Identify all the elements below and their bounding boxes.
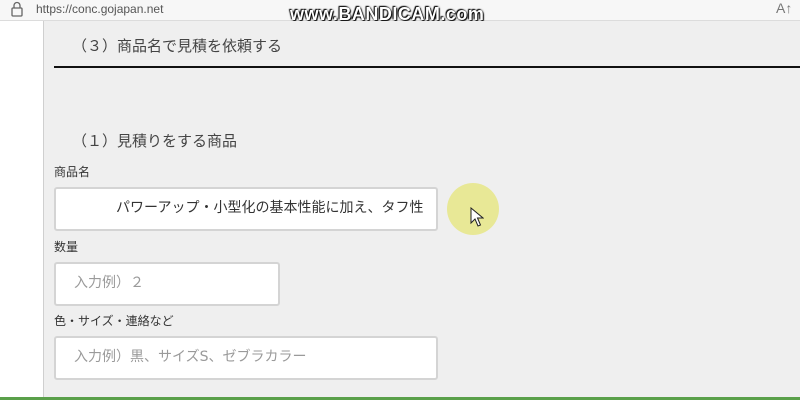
product-name-input[interactable]: パワーアップ・小型化の基本性能に加え、タフ性 [54, 187, 438, 231]
url-text[interactable]: https://conc.gojapan.net [36, 2, 163, 16]
section-divider [54, 66, 800, 68]
subsection-title: （１）見積りをする商品 [72, 132, 238, 150]
lock-icon[interactable] [10, 1, 24, 17]
left-sidebar [0, 21, 44, 400]
section-title: （３）商品名で見積を依頼する [72, 37, 283, 55]
read-aloud-icon[interactable]: A↑ [776, 0, 792, 16]
product-name-label: 商品名 [54, 165, 91, 179]
mouse-cursor-icon [470, 207, 484, 227]
quantity-input[interactable]: 入力例）２ [54, 262, 280, 306]
quantity-label: 数量 [54, 240, 79, 254]
options-input[interactable]: 入力例）黒、サイズS、ゼブラカラー [54, 336, 438, 380]
browser-address-bar[interactable]: https://conc.gojapan.net www.BANDICAM.co… [0, 0, 800, 24]
options-label: 色・サイズ・連絡など [54, 314, 174, 328]
